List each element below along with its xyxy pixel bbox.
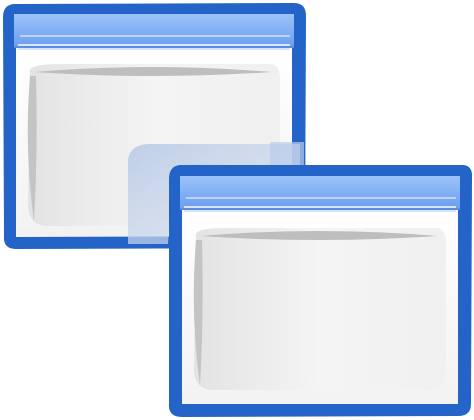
back-window-title-bar [14, 14, 294, 46]
front-window [168, 165, 473, 417]
front-window-content-panel [193, 228, 446, 390]
windows-icon [0, 0, 474, 420]
windows-icon-art [3, 3, 473, 417]
front-window-title-bar [180, 176, 460, 208]
